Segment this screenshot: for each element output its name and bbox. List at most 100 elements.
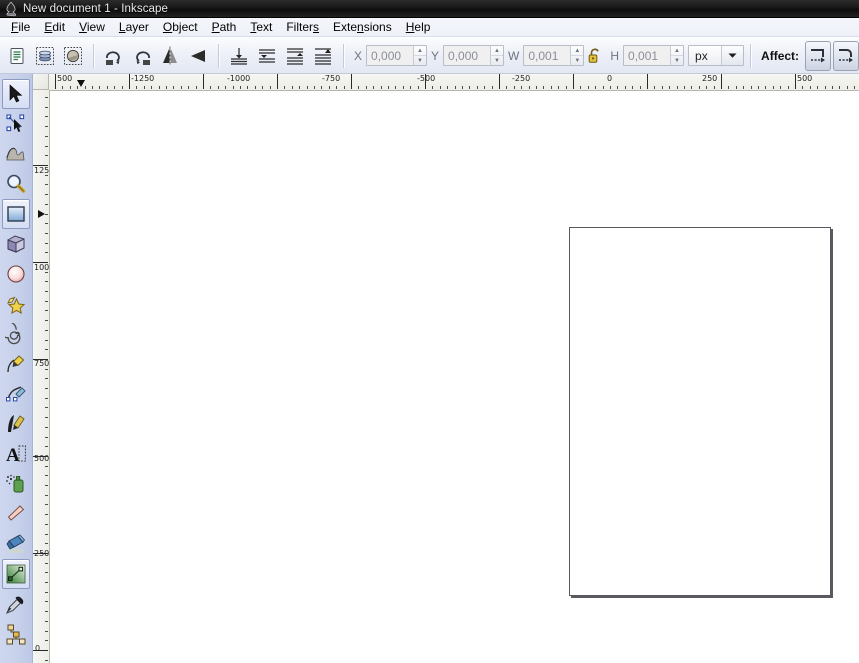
drawing-canvas[interactable] bbox=[50, 91, 859, 663]
h-spinner[interactable]: ▲ ▼ bbox=[670, 46, 684, 65]
tool-calligraphy[interactable] bbox=[2, 409, 30, 439]
tool-zoom[interactable] bbox=[2, 169, 30, 199]
flip-vertical-icon[interactable] bbox=[184, 42, 212, 70]
menu-layer[interactable]: Layer bbox=[112, 18, 156, 36]
flip-horizontal-icon[interactable] bbox=[156, 42, 184, 70]
tool-node-editor[interactable] bbox=[2, 109, 30, 139]
tool-selector[interactable] bbox=[2, 79, 30, 109]
xml-editor-icon[interactable] bbox=[3, 42, 31, 70]
ruler-tick bbox=[45, 320, 48, 321]
ruler-tick bbox=[839, 86, 840, 89]
menu-extensions[interactable]: Extensions bbox=[326, 18, 399, 36]
chevron-down-icon[interactable] bbox=[721, 46, 744, 65]
ruler-tick bbox=[45, 214, 48, 215]
ruler-tick bbox=[307, 86, 308, 89]
menu-help[interactable]: Help bbox=[399, 18, 438, 36]
ruler-tick bbox=[351, 74, 352, 89]
w-spin-down-icon[interactable]: ▼ bbox=[571, 56, 583, 65]
ruler-tick bbox=[677, 86, 678, 89]
w-spin-up-icon[interactable]: ▲ bbox=[571, 46, 584, 56]
lower-to-bottom-icon[interactable] bbox=[225, 42, 253, 70]
y-spin-down-icon[interactable]: ▼ bbox=[491, 56, 503, 65]
tool-text[interactable]: A bbox=[2, 439, 30, 469]
ruler-tick bbox=[817, 86, 818, 89]
unit-selector[interactable]: px bbox=[688, 45, 745, 66]
tool-dropper[interactable] bbox=[2, 589, 30, 619]
h-input[interactable] bbox=[624, 46, 671, 65]
x-spinner[interactable]: ▲ ▼ bbox=[413, 46, 427, 65]
inkscape-logo-icon bbox=[3, 1, 19, 17]
lock-open-icon[interactable] bbox=[584, 42, 606, 70]
menu-filters[interactable]: Filters bbox=[279, 18, 326, 36]
ruler-tick bbox=[45, 660, 48, 661]
h-spin-down-icon[interactable]: ▼ bbox=[671, 56, 683, 65]
ruler-tick bbox=[721, 74, 722, 89]
tool-tweak[interactable] bbox=[2, 139, 30, 169]
toolbox: A bbox=[0, 74, 33, 663]
y-input[interactable] bbox=[444, 46, 491, 65]
tool-star[interactable] bbox=[2, 289, 30, 319]
ruler-tick bbox=[373, 86, 374, 89]
menu-edit[interactable]: Edit bbox=[37, 18, 72, 36]
ruler-cursor-marker bbox=[77, 80, 85, 87]
rotate-cw-icon[interactable] bbox=[128, 42, 156, 70]
menu-object[interactable]: Object bbox=[156, 18, 205, 36]
menu-file[interactable]: File bbox=[4, 18, 37, 36]
lower-icon[interactable] bbox=[253, 42, 281, 70]
h-spin-up-icon[interactable]: ▲ bbox=[671, 46, 684, 56]
menu-text[interactable]: Text bbox=[243, 18, 279, 36]
menu-view[interactable]: View bbox=[72, 18, 112, 36]
tool-connector[interactable] bbox=[2, 619, 30, 649]
tool-pencil[interactable] bbox=[2, 349, 30, 379]
raise-to-top-icon[interactable] bbox=[309, 42, 337, 70]
ruler-tick bbox=[144, 86, 145, 89]
affect-transform-stroke-icon[interactable] bbox=[805, 40, 832, 71]
vertical-ruler[interactable]: 1250 1000 750 500 250 0 bbox=[33, 90, 50, 663]
tool-gradient[interactable] bbox=[2, 559, 30, 589]
y-spinner[interactable]: ▲ ▼ bbox=[490, 46, 504, 65]
affect-transform-corners-icon[interactable] bbox=[833, 40, 859, 71]
ruler-corner[interactable] bbox=[33, 74, 49, 90]
ruler-tick bbox=[45, 146, 48, 147]
ruler-tick bbox=[366, 86, 367, 89]
ruler-tick bbox=[536, 86, 537, 89]
tool-spiral[interactable] bbox=[2, 319, 30, 349]
y-spin-up-icon[interactable]: ▲ bbox=[491, 46, 504, 56]
tool-paint-bucket[interactable] bbox=[2, 529, 30, 559]
ruler-tick bbox=[706, 86, 707, 89]
menu-view-label-rest: iew bbox=[86, 20, 105, 34]
layers-dialog-icon[interactable] bbox=[31, 42, 59, 70]
ruler-tick bbox=[854, 86, 855, 89]
ruler-tick bbox=[662, 86, 663, 89]
menu-path[interactable]: Path bbox=[205, 18, 244, 36]
ruler-tick bbox=[691, 86, 692, 89]
ruler-tick bbox=[85, 86, 86, 89]
horizontal-ruler[interactable]: 500-1250-1000-750-500-2500250500750 bbox=[33, 74, 859, 91]
ruler-tick bbox=[45, 572, 48, 573]
w-input[interactable] bbox=[524, 46, 571, 65]
ruler-tick bbox=[277, 74, 278, 89]
x-field[interactable]: ▲ ▼ bbox=[366, 45, 428, 66]
tool-spray[interactable] bbox=[2, 469, 30, 499]
w-field[interactable]: ▲ ▼ bbox=[523, 45, 585, 66]
h-field-label: H bbox=[610, 48, 620, 63]
tool-3d-box[interactable] bbox=[2, 229, 30, 259]
tool-rectangle[interactable] bbox=[2, 199, 30, 229]
document-page[interactable] bbox=[569, 227, 831, 596]
x-spin-up-icon[interactable]: ▲ bbox=[414, 46, 427, 56]
rotate-ccw-icon[interactable] bbox=[100, 42, 128, 70]
ruler-tick bbox=[45, 427, 48, 428]
w-field-label: W bbox=[508, 48, 520, 63]
ruler-tick bbox=[543, 86, 544, 89]
tool-bezier[interactable] bbox=[2, 379, 30, 409]
tool-eraser[interactable] bbox=[2, 499, 30, 529]
h-field[interactable]: ▲ ▼ bbox=[623, 45, 685, 66]
ruler-tick bbox=[558, 86, 559, 89]
y-field[interactable]: ▲ ▼ bbox=[443, 45, 505, 66]
x-spin-down-icon[interactable]: ▼ bbox=[414, 56, 426, 65]
w-spinner[interactable]: ▲ ▼ bbox=[570, 46, 584, 65]
raise-icon[interactable] bbox=[281, 42, 309, 70]
objects-dialog-icon[interactable] bbox=[59, 42, 87, 70]
x-input[interactable] bbox=[367, 46, 414, 65]
tool-ellipse[interactable] bbox=[2, 259, 30, 289]
